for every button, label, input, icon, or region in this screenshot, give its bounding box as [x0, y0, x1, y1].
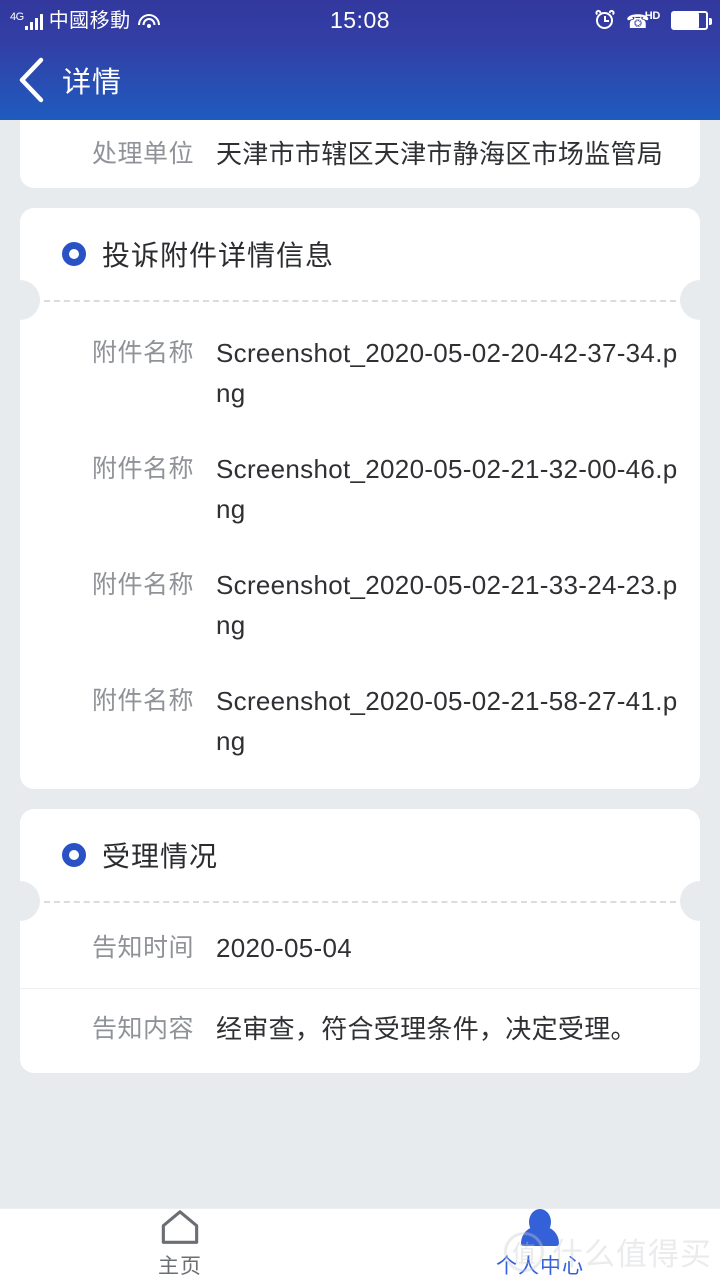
- chevron-left-icon: [19, 57, 44, 103]
- row-value: 2020-05-04: [216, 933, 352, 963]
- signal-icon: 4G: [10, 11, 43, 30]
- back-button[interactable]: [0, 40, 62, 120]
- tab-label: 主页: [158, 1255, 202, 1278]
- ticket-separator: [0, 881, 720, 921]
- row-label: 附件名称: [91, 455, 194, 483]
- status-bar: 4G 中國移動 15:08 ☎ HD: [0, 0, 720, 40]
- dashed-line: [44, 901, 676, 903]
- row-value: Screenshot_2020-05-02-20-42-37-34.png: [216, 338, 678, 408]
- row-value: Screenshot_2020-05-02-21-32-00-46.png: [216, 454, 678, 524]
- status-bar-left: 4G 中國移動: [0, 10, 161, 32]
- list-item[interactable]: 附件名称 Screenshot_2020-05-02-20-42-37-34.p…: [20, 315, 700, 431]
- row-label: 告知内容: [91, 1015, 194, 1043]
- row-label: 附件名称: [91, 571, 194, 599]
- section-title: 投诉附件详情信息: [102, 240, 335, 271]
- handling-unit-card: 处理单位 天津市市辖区天津市静海区市场监管局: [20, 120, 700, 188]
- wifi-icon: [137, 12, 161, 30]
- battery-icon: [671, 10, 712, 30]
- network-type-label: 4G: [10, 11, 24, 23]
- list-item[interactable]: 附件名称 Screenshot_2020-05-02-21-58-27-41.p…: [20, 663, 700, 779]
- attachment-section-card: 投诉附件详情信息 附件名称 Screenshot_2020-05-02-20-4…: [0, 208, 720, 789]
- tab-personal-center[interactable]: 个人中心: [360, 1209, 720, 1280]
- attachment-section-header: 投诉附件详情信息: [20, 208, 700, 300]
- row-label: 处理单位: [91, 140, 194, 168]
- row-value: Screenshot_2020-05-02-21-58-27-41.png: [216, 686, 678, 756]
- table-row: 告知内容 经审查，符合受理条件，决定受理。: [20, 988, 700, 1073]
- notch-left: [0, 280, 40, 320]
- table-row: 处理单位 天津市市辖区天津市静海区市场监管局: [20, 120, 700, 188]
- tab-home[interactable]: 主页: [0, 1209, 360, 1280]
- list-item[interactable]: 附件名称 Screenshot_2020-05-02-21-32-00-46.p…: [20, 431, 700, 547]
- section-title: 受理情况: [102, 841, 219, 872]
- notch-right: [680, 881, 720, 921]
- row-value: Screenshot_2020-05-02-21-33-24-23.png: [216, 570, 678, 640]
- status-bar-clock: 15:08: [329, 6, 391, 33]
- alarm-icon: [594, 8, 616, 30]
- list-item[interactable]: 附件名称 Screenshot_2020-05-02-21-33-24-23.p…: [20, 547, 700, 663]
- page-title: 详情: [62, 67, 123, 99]
- detail-scroll-area[interactable]: 处理单位 天津市市辖区天津市静海区市场监管局 投诉附件详情信息 附件名称 Scr…: [0, 120, 720, 1208]
- person-icon: [520, 1209, 560, 1246]
- attachment-list: 附件名称 Screenshot_2020-05-02-20-42-37-34.p…: [20, 307, 700, 789]
- home-icon: [161, 1210, 199, 1244]
- notch-left: [0, 881, 40, 921]
- acceptance-section-header: 受理情况: [20, 809, 700, 901]
- app-header: 详情: [0, 40, 720, 120]
- carrier-label: 中國移動: [48, 10, 131, 32]
- status-bar-right: ☎ HD: [594, 8, 720, 33]
- bottom-tab-bar: 主页 个人中心: [0, 1208, 720, 1280]
- ring-bullet-icon: [62, 242, 86, 266]
- row-value: 经审查，符合受理条件，决定受理。: [216, 1014, 637, 1044]
- row-label: 附件名称: [91, 339, 194, 367]
- volte-hd-label: HD: [644, 9, 661, 22]
- notch-right: [680, 280, 720, 320]
- ring-bullet-icon: [62, 843, 86, 867]
- table-row: 告知时间 2020-05-04: [20, 908, 700, 988]
- tab-label: 个人中心: [496, 1255, 584, 1278]
- row-value: 天津市市辖区天津市静海区市场监管局: [216, 139, 664, 169]
- dashed-line: [44, 300, 676, 302]
- row-label: 告知时间: [91, 934, 194, 962]
- row-label: 附件名称: [91, 687, 194, 715]
- volte-hd-icon: ☎ HD: [626, 9, 661, 33]
- signal-bars: [24, 13, 43, 30]
- phone-screen: 4G 中國移動 15:08 ☎ HD 详情 处理单位 天津市市辖区天津市静海区市…: [0, 0, 720, 1280]
- acceptance-section-card: 受理情况 告知时间 2020-05-04 告知内容 经审查，符合受理条件，决定受…: [0, 809, 720, 1073]
- ticket-separator: [0, 280, 720, 320]
